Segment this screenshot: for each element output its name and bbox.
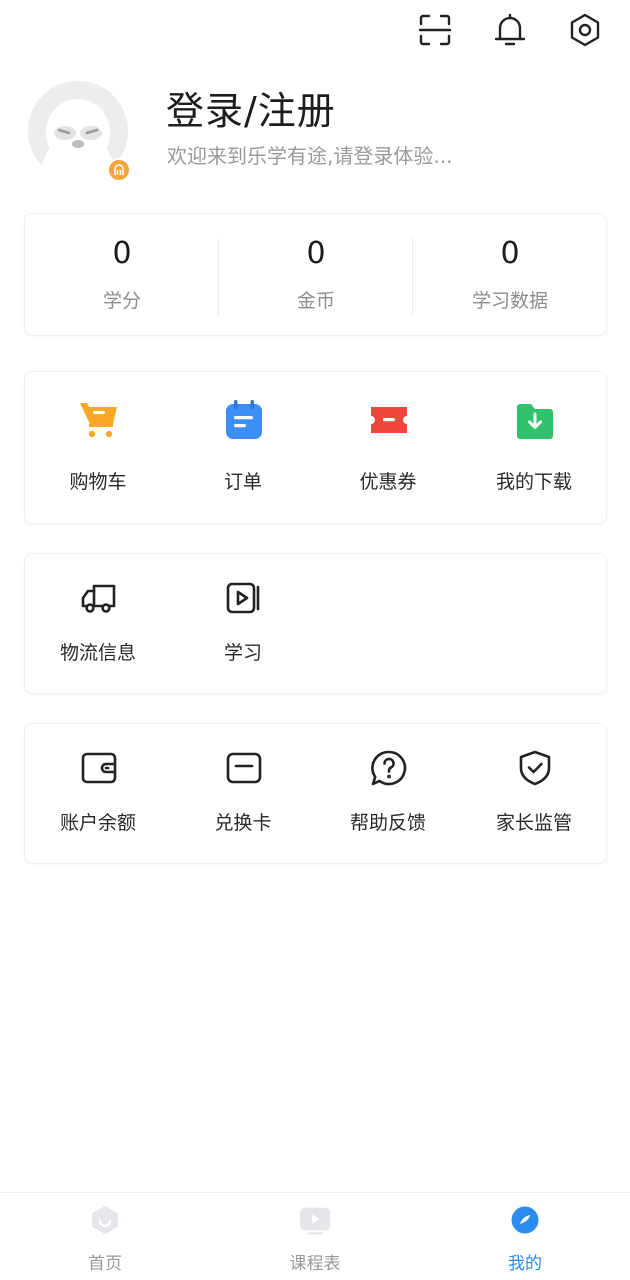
card-icon [222,746,266,790]
login-register-link[interactable]: 登录/注册 [166,80,336,135]
tab-schedule[interactable]: 课程表 [210,1193,420,1280]
stat-study-data[interactable]: 0 学习数据 [413,214,607,337]
shield-check-icon [513,746,557,790]
stat-value: 0 [500,236,520,271]
shopping-cart-button[interactable]: 购物车 [25,372,171,525]
tab-label: 我的 [508,1254,542,1274]
stat-label: 学分 [102,290,141,312]
grid-label: 物流信息 [59,642,136,664]
grid-label: 购物车 [69,471,127,493]
parental-control-button[interactable]: 家长监管 [461,724,607,877]
scan-icon[interactable] [415,10,455,50]
account-balance-button[interactable]: 账户余额 [25,724,171,877]
vip-badge-icon [107,158,131,182]
study-button[interactable]: 学习 [170,554,316,707]
welcome-text: 欢迎来到乐学有途,请登录体验... [167,144,453,168]
stat-label: 金币 [296,290,335,312]
grid-label: 订单 [223,471,262,493]
grid-label: 家长监管 [495,812,572,834]
download-folder-icon [513,398,557,442]
grid-label: 学习 [223,642,262,664]
wallet-icon [77,746,121,790]
coupon-ticket-icon [367,398,411,442]
top-bar [0,0,630,62]
order-calendar-icon [222,398,266,442]
tab-mine[interactable]: 我的 [420,1193,630,1280]
stat-value: 0 [306,236,326,271]
stat-label: 学习数据 [471,290,548,312]
bell-icon[interactable] [490,10,530,50]
coupon-button[interactable]: 优惠券 [315,372,461,525]
grid-label: 优惠券 [359,471,417,493]
settings-icon[interactable] [565,10,605,50]
stats-card: 0 学分 0 金币 0 学习数据 [24,213,607,336]
shopping-cart-icon [77,398,121,442]
order-button[interactable]: 订单 [170,372,316,525]
tab-label: 课程表 [289,1254,341,1274]
grid-label: 我的下载 [495,471,572,493]
home-icon [89,1204,121,1236]
exchange-card-button[interactable]: 兑换卡 [170,724,316,877]
grid-label: 兑换卡 [214,812,272,834]
help-feedback-button[interactable]: 帮助反馈 [315,724,461,877]
mine-icon [509,1204,541,1236]
my-downloads-button[interactable]: 我的下载 [461,372,607,525]
logistics-button[interactable]: 物流信息 [25,554,171,707]
stat-credits[interactable]: 0 学分 [25,214,219,337]
grid-label: 账户余额 [59,812,136,834]
tab-label: 首页 [88,1254,122,1274]
stat-coins[interactable]: 0 金币 [219,214,413,337]
video-play-icon [222,576,266,620]
bottom-tab-bar: 首页 课程表 我的 [0,1192,630,1280]
grid-label: 帮助反馈 [349,812,426,834]
account-card: 账户余额 兑换卡 帮助反馈 家长监管 [24,723,607,864]
stat-value: 0 [112,236,132,271]
delivery-truck-icon [77,576,121,620]
tab-home[interactable]: 首页 [0,1193,210,1280]
help-question-icon [367,746,411,790]
shop-card: 购物车 订单 优惠券 我的下载 [24,371,607,524]
study-card: 物流信息 学习 [24,553,607,694]
schedule-play-icon [299,1204,331,1236]
